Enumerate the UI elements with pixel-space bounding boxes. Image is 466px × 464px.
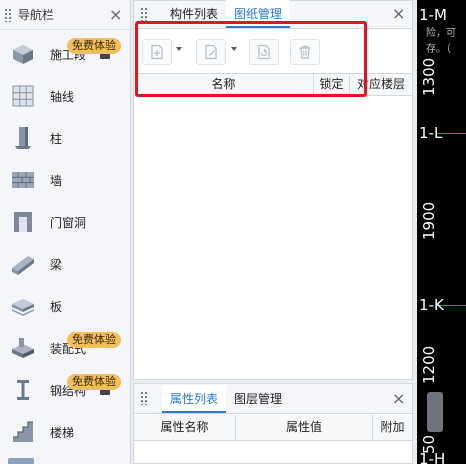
nav-item-label: 楼梯 [50,425,75,440]
dimension-label: 1300 [420,57,438,96]
axis-label: 1-L [419,124,443,142]
nav-item-stair[interactable]: 楼梯 [0,411,130,453]
delete-icon [297,44,313,60]
nav-item-slab[interactable]: 板 [0,285,130,327]
nav-item-construction-segment[interactable]: 施工段 免费体验 [0,33,130,75]
column-header-property-name[interactable]: 属性名称 [134,415,236,440]
drawing-table-header: 名称 锁定 对应楼层 [134,73,412,96]
canvas-note: 存。（ [426,44,451,55]
nav-item-wall[interactable]: 墙 [0,159,130,201]
axis-label: 1-H [419,450,446,464]
nav-item-steel-structure[interactable]: 钢结构 免费体验 [0,369,130,411]
nav-item-label: 柱 [50,131,63,146]
component-panel-header: 构件列表 图纸管理 [134,0,412,29]
wall-icon [10,167,36,193]
drag-handle-icon[interactable] [140,391,148,405]
tab-layer-management[interactable]: 图层管理 [226,385,290,413]
axis-grid-icon [10,83,36,109]
property-panel: 属性列表 图层管理 × 属性名称 属性值 附加 [133,383,413,464]
edit-drawing-icon [203,44,219,60]
stair-icon [10,419,36,445]
nav-item-beam[interactable]: 梁 [0,243,130,285]
nav-item-column[interactable]: 柱 [0,117,130,159]
scroll-handle[interactable] [427,392,443,432]
drawing-table-body[interactable] [134,97,412,379]
nav-item-door-window[interactable]: 门窗洞 [0,201,130,243]
tab-component-list[interactable]: 构件列表 [162,0,226,28]
property-table-header: 属性名称 属性值 附加 [134,415,412,441]
drag-handle-icon[interactable] [140,7,148,21]
tab-property-list[interactable]: 属性列表 [162,385,227,413]
beam-icon [10,251,36,277]
column-header-property-value[interactable]: 属性值 [236,415,373,440]
nav-item-label: 梁 [50,257,63,272]
refresh-drawing-icon [256,44,272,60]
nav-title: 导航栏 [18,8,55,22]
prefab-icon [10,335,36,361]
nav-item-axis[interactable]: 轴线 [0,75,130,117]
property-panel-header: 属性列表 图层管理 [134,384,412,414]
dimension-label: 1900 [420,201,438,240]
dimension-label: 1200 [420,345,438,384]
close-icon[interactable]: × [392,391,405,407]
tab-drawing-management[interactable]: 图纸管理 [226,0,291,28]
close-icon[interactable]: × [109,7,122,23]
nav-item-label: 板 [50,299,63,314]
drag-handle-icon[interactable] [4,7,12,22]
nav-item-prefab[interactable]: 装配式 免费体验 [0,327,130,369]
nav-item-partial[interactable] [8,458,34,464]
steel-structure-icon [10,377,36,403]
add-drawing-dropdown[interactable] [176,47,182,51]
nav-item-label: 门窗洞 [50,215,87,230]
column-header-extra[interactable]: 附加 [373,415,412,440]
slab-icon [10,293,36,319]
door-window-icon [10,209,36,235]
column-header-locked[interactable]: 锁定 [314,74,350,95]
column-header-name[interactable]: 名称 [134,74,314,95]
canvas-note: 险，可 [426,28,456,39]
nav-item-label: 墙 [50,173,63,188]
navigation-panel: 导航栏 × 施工段 免费体验 轴线 柱 墙 门窗洞 梁 板 装配式 免费体验 钢… [0,0,131,464]
edit-drawing-button[interactable] [196,39,226,65]
edit-drawing-dropdown[interactable] [231,47,237,51]
column-header-floor[interactable]: 对应楼层 [350,74,412,95]
free-trial-badge: 免费体验 [67,38,121,54]
free-trial-badge: 免费体验 [67,332,121,348]
column-icon [10,125,36,151]
delete-drawing-button[interactable] [290,39,320,65]
close-icon[interactable]: × [392,6,405,22]
axis-label: 1-M [419,6,447,24]
add-drawing-icon [149,44,165,60]
nav-item-label: 轴线 [50,89,75,104]
drawing-canvas[interactable]: 1-M 险，可 存。（ 1300 1-L 1900 1-K 1200 50 1-… [417,0,466,464]
add-drawing-button[interactable] [142,39,172,65]
refresh-drawing-button[interactable] [249,39,279,65]
axis-label: 1-K [419,296,444,314]
component-panel: 构件列表 图纸管理 × 名称 锁定 对应楼层 [133,0,413,380]
free-trial-badge: 免费体验 [67,374,121,390]
construction-segment-icon [10,41,36,67]
